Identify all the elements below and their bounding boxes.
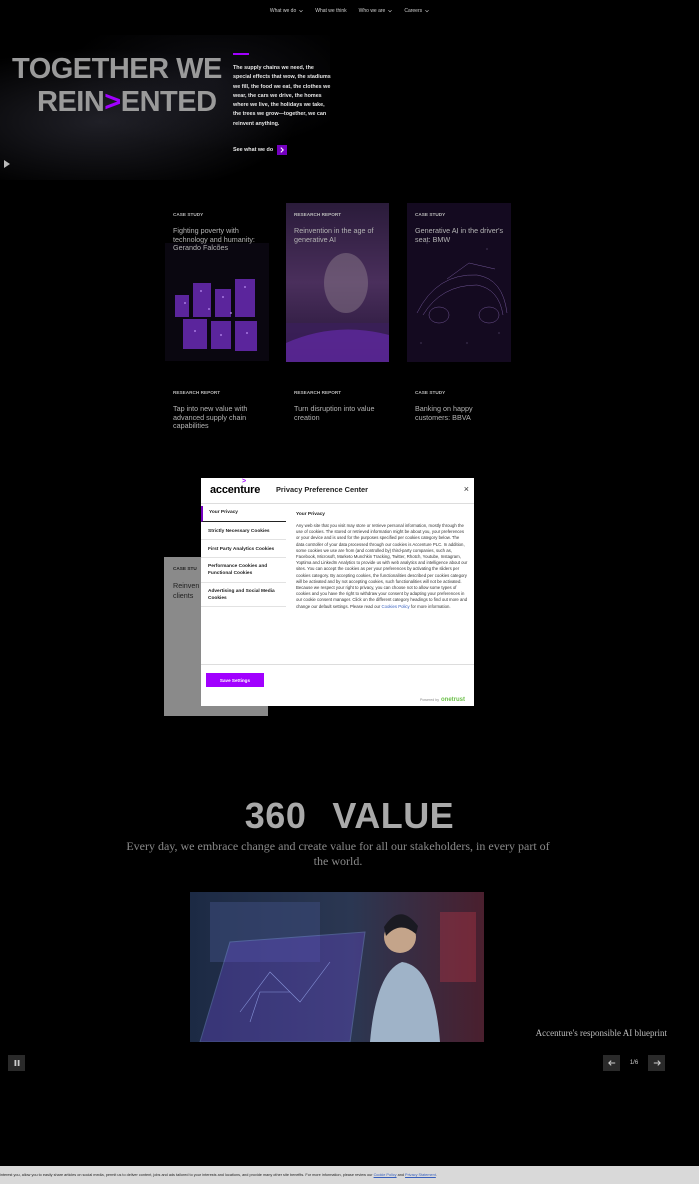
card-bbva[interactable]: CASE STUDY Banking on happy customers: B… (407, 381, 512, 422)
card-gerando-falcoes[interactable]: CASE STUDY Fighting poverty with technol… (165, 203, 270, 363)
pane-text: Any web site that you visit may store or… (296, 523, 468, 609)
card-tag: CASE STUDY (415, 212, 446, 217)
card-title: Turn disruption into value creation (294, 404, 375, 422)
close-icon[interactable]: × (464, 484, 469, 494)
tab-content: Your Privacy Any web site that you visit… (296, 512, 468, 610)
powered-by-label: Powered by (420, 698, 439, 702)
dialog-header: accenture > Privacy Preference Center × (201, 478, 474, 504)
play-icon[interactable] (4, 160, 10, 168)
accenture-logo: accenture > (210, 478, 261, 496)
logo-caret: > (242, 478, 246, 485)
card-tag: CASE STUDY (173, 212, 204, 217)
cta-label: See what we do (233, 147, 274, 153)
hero-copy: The supply chains we need, the special e… (233, 65, 331, 127)
tab-advertising-social[interactable]: Advertising and Social Media Cookies (201, 583, 286, 607)
card-title: Reinvention in the age of generative AI (294, 226, 374, 244)
hero-title-part: REIN (37, 86, 105, 118)
hero-accent-line (233, 53, 249, 55)
divider (201, 664, 474, 665)
carousel-pager: 1/6 (603, 1055, 665, 1071)
hero-title-line2: REIN>ENTED (12, 86, 222, 119)
chevron-down-icon (299, 9, 304, 13)
card-title: Fighting poverty with technology and hum… (173, 226, 255, 252)
value-word: VALUE (332, 795, 455, 836)
card-reinvention-gen-ai[interactable]: RESEARCH REPORT Reinvention in the age o… (286, 203, 391, 363)
tab-your-privacy[interactable]: Your Privacy (201, 506, 286, 522)
logo-text: accenture (210, 484, 261, 496)
pane-text-tail: for more information. (409, 603, 451, 609)
pause-icon[interactable] (8, 1055, 25, 1071)
hero-title: TOGETHER WE REIN>ENTED (12, 53, 222, 119)
pane-title: Your Privacy (296, 512, 325, 517)
card-image (165, 243, 269, 361)
arrow-left-icon[interactable] (603, 1055, 620, 1071)
feature-caption[interactable]: Accenture's responsible AI blueprint (536, 1028, 667, 1038)
nav-label: Careers (404, 8, 423, 14)
cookie-policy-link[interactable]: Cookie Policy (374, 1173, 397, 1177)
card-tag: CASE STUDY (415, 390, 446, 395)
value-heading: 360 VALUE (0, 795, 699, 837)
top-nav: What we do What we think Who we are Care… (0, 8, 699, 14)
cookie-text: interest you, allow you to easily share … (0, 1173, 374, 1177)
cookie-banner: interest you, allow you to easily share … (0, 1166, 699, 1184)
arrow-right-icon (277, 145, 288, 155)
tab-first-party-analytics[interactable]: First Party Analytics Cookies (201, 540, 286, 558)
card-title: Generative AI in the driver's seat: BMW (415, 226, 504, 244)
value-number: 360 (244, 795, 307, 836)
cookies-policy-link[interactable]: Cookies Policy (382, 604, 410, 609)
category-tabs: Your Privacy Strictly Necessary Cookies … (201, 506, 286, 607)
privacy-statement-link[interactable]: Privacy Statement (405, 1173, 436, 1177)
onetrust-logo: onetrust (441, 697, 465, 703)
tab-performance-functional[interactable]: Performance Cookies and Functional Cooki… (201, 558, 286, 583)
card-disruption[interactable]: RESEARCH REPORT Turn disruption into val… (286, 381, 391, 422)
pane-body: Any web site that you visit may store or… (296, 523, 468, 610)
nav-what-we-do[interactable]: What we do (269, 8, 304, 14)
nav-label: What we do (269, 8, 297, 14)
hero-title-part: ENTED (120, 86, 217, 118)
save-settings-button[interactable]: Save Settings (206, 673, 264, 687)
nav-careers[interactable]: Careers (404, 8, 429, 14)
nav-what-we-think[interactable]: What we think (315, 8, 346, 14)
hero-title-line1: TOGETHER WE (12, 53, 222, 85)
card-title: Tap into new value with advanced supply … (173, 404, 248, 430)
cookie-and: and (396, 1173, 406, 1177)
card-tag: CASE STU (173, 566, 197, 571)
card-tag: RESEARCH REPORT (173, 390, 221, 395)
arrow-right-icon[interactable] (648, 1055, 665, 1071)
chevron-down-icon (388, 9, 393, 13)
powered-by-onetrust[interactable]: Powered by onetrust (420, 697, 465, 703)
tab-strictly-necessary[interactable]: Strictly Necessary Cookies (201, 522, 286, 540)
card-bmw[interactable]: CASE STUDY Generative AI in the driver's… (407, 203, 512, 363)
see-what-we-do-link[interactable]: See what we do (233, 145, 288, 155)
card-tag: RESEARCH REPORT (294, 212, 342, 217)
card-title: Banking on happy customers: BBVA (415, 404, 473, 422)
chevron-down-icon (425, 9, 429, 13)
nav-who-we-are[interactable]: Who we are (359, 8, 393, 14)
accent-caret: > (104, 86, 121, 118)
card-supply-chain[interactable]: RESEARCH REPORT Tap into new value with … (165, 381, 270, 431)
feature-image[interactable] (190, 892, 484, 1042)
privacy-preference-dialog: accenture > Privacy Preference Center × … (201, 478, 474, 706)
dialog-title: Privacy Preference Center (276, 485, 369, 494)
cookie-end: . (435, 1173, 437, 1177)
nav-label: Who we are (358, 8, 386, 14)
card-title: clients (173, 591, 194, 600)
card-tag: RESEARCH REPORT (294, 390, 342, 395)
value-subtitle: Every day, we embrace change and create … (126, 839, 550, 868)
pager-count: 1/6 (629, 1060, 639, 1066)
nav-label: What we think (315, 8, 347, 14)
cookie-banner-text: interest you, allow you to easily share … (0, 1173, 437, 1177)
